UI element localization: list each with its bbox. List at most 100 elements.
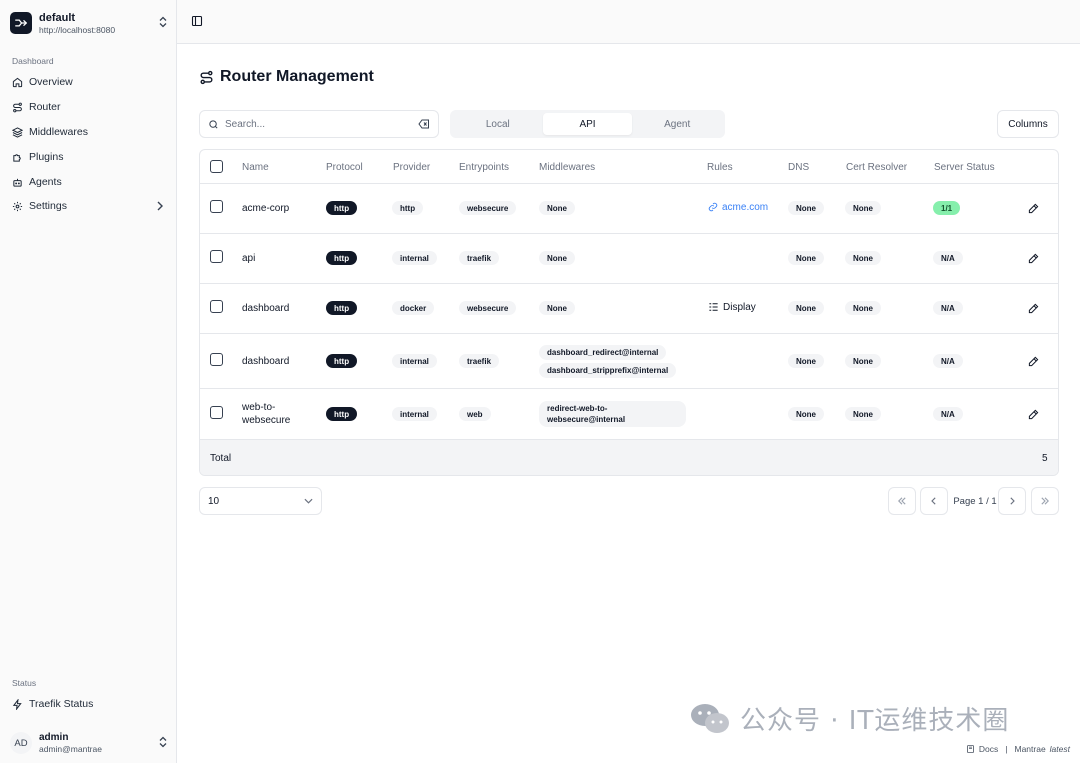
prev-page-button[interactable] (920, 487, 948, 515)
bot-icon (13, 178, 22, 187)
docs-link[interactable]: Docs (979, 744, 998, 754)
next-page-button[interactable] (998, 487, 1026, 515)
watermark-text: 公众号 · IT运维技术圈 (740, 706, 1010, 736)
column-header-entrypoints[interactable]: Entrypoints (459, 160, 509, 174)
sidebar-item-settings[interactable]: Settings (8, 195, 168, 217)
book-icon (966, 745, 974, 753)
brand-name: Mantrae (1014, 744, 1046, 754)
sidebar-item-label: Router (29, 101, 61, 113)
first-page-button[interactable] (888, 487, 916, 515)
protocol-badge: http (326, 354, 358, 368)
sidebar-item-label: Traefik Status (29, 698, 94, 710)
row-checkbox[interactable] (210, 250, 223, 263)
total-count: 5 (1042, 452, 1048, 464)
entrypoint-badge: websecure (459, 301, 517, 315)
page-title-text: Router Management (220, 68, 374, 85)
sidebar-item-overview[interactable]: Overview (8, 71, 168, 93)
router-name: dashboard (242, 302, 290, 314)
provider-badge: internal (392, 354, 437, 368)
server-status-badge: N/A (933, 407, 963, 421)
chevron-right-icon (1010, 497, 1015, 505)
row-checkbox[interactable] (210, 406, 223, 419)
last-page-button[interactable] (1031, 487, 1059, 515)
rule-display-label: Display (723, 301, 756, 313)
cert-resolver-badge: None (845, 301, 881, 315)
entrypoint-badge: traefik (459, 251, 500, 265)
user-name: admin (39, 732, 69, 743)
sidebar-item-label: Settings (29, 200, 67, 212)
columns-button[interactable]: Columns (997, 110, 1059, 138)
chevron-right-icon (157, 201, 163, 211)
sidebar-toggle-icon[interactable] (191, 15, 203, 30)
zap-icon (12, 698, 22, 710)
protocol-badge: http (326, 251, 358, 265)
search-input[interactable] (225, 118, 418, 130)
entrypoint-badge: traefik (459, 354, 500, 368)
sidebar-item-traefik-status[interactable]: Traefik Status (8, 693, 168, 715)
tab-agent[interactable]: Agent (632, 113, 722, 135)
workspace-switcher[interactable]: default http://localhost:8080 (10, 9, 168, 37)
dns-badge: None (788, 201, 824, 215)
protocol-badge: http (326, 407, 358, 421)
table-footer: Total 5 (200, 439, 1058, 475)
cert-resolver-badge: None (845, 251, 881, 265)
cert-resolver-badge: None (845, 407, 881, 421)
user-menu[interactable]: AD admin admin@mantrae (10, 730, 168, 756)
server-status-badge: N/A (933, 354, 963, 368)
clear-input-icon[interactable] (418, 119, 430, 129)
layers-icon (12, 126, 23, 138)
topbar (177, 0, 1080, 44)
middleware-badge: dashboard_redirect@internal (539, 345, 667, 360)
rule-display-button[interactable]: Display (708, 300, 756, 314)
edit-pencil-icon[interactable] (1028, 407, 1039, 421)
rule-link-text[interactable]: acme.com (722, 202, 768, 213)
search-box[interactable] (199, 110, 439, 138)
column-header-protocol[interactable]: Protocol (326, 160, 363, 174)
page-size-select[interactable]: 10 (199, 487, 322, 515)
sidebar-item-router[interactable]: Router (8, 96, 168, 118)
column-header-provider[interactable]: Provider (393, 160, 430, 174)
middleware-badge: redirect-web-to- websecure@internal (539, 401, 686, 427)
page-title: Router Management (199, 68, 374, 86)
row-checkbox[interactable] (210, 300, 223, 313)
sidebar-item-middlewares[interactable]: Middlewares (8, 121, 168, 143)
router-name: dashboard (242, 355, 290, 367)
edit-pencil-icon[interactable] (1028, 201, 1039, 215)
search-icon (209, 119, 218, 129)
middleware-badge: None (539, 201, 575, 215)
dns-badge: None (788, 251, 824, 265)
row-checkbox[interactable] (210, 200, 223, 213)
sidebar-item-plugins[interactable]: Plugins (8, 146, 168, 168)
tab-api[interactable]: API (542, 113, 633, 135)
provider-badge: internal (392, 251, 437, 265)
user-email: admin@mantrae (39, 744, 102, 754)
sidebar-item-label: Plugins (29, 151, 64, 163)
edit-pencil-icon[interactable] (1028, 354, 1039, 368)
select-all-checkbox[interactable] (210, 160, 223, 173)
watermark: 公众号 · IT运维技术圈 (690, 700, 1009, 737)
column-header-dns[interactable]: DNS (788, 160, 809, 174)
row-checkbox[interactable] (210, 353, 223, 366)
rule-link[interactable]: acme.com (708, 200, 768, 214)
edit-pencil-icon[interactable] (1028, 251, 1039, 265)
entrypoint-badge: websecure (459, 201, 517, 215)
chevron-up-down-icon (158, 16, 168, 31)
sidebar-item-label: Agents (29, 176, 62, 188)
edit-pencil-icon[interactable] (1028, 301, 1039, 315)
column-header-name[interactable]: Name (242, 160, 269, 174)
chevron-down-icon (304, 498, 313, 504)
column-header-middlewares[interactable]: Middlewares (539, 160, 595, 174)
middleware-badge: None (539, 301, 575, 315)
avatar: AD (10, 732, 32, 754)
column-header-server-status[interactable]: Server Status (934, 160, 995, 174)
workspace-logo-icon (10, 12, 32, 34)
dns-badge: None (788, 407, 824, 421)
router-table: Name Protocol Provider Entrypoints Middl… (199, 149, 1059, 476)
server-status-badge: 1/1 (933, 201, 961, 215)
column-header-cert-resolver[interactable]: Cert Resolver (846, 160, 907, 174)
provider-badge: http (392, 201, 424, 215)
sidebar-item-agents[interactable]: Agents (8, 171, 168, 193)
tab-local[interactable]: Local (453, 113, 543, 135)
dns-badge: None (788, 301, 824, 315)
column-header-rules[interactable]: Rules (707, 160, 733, 174)
